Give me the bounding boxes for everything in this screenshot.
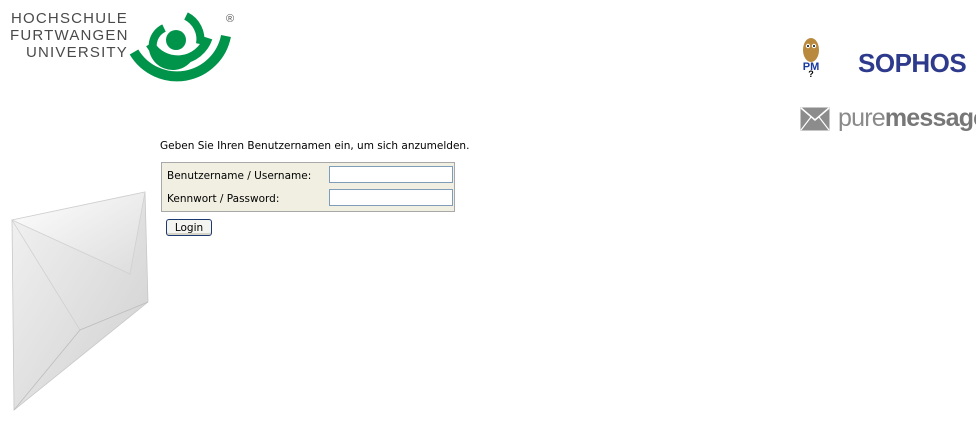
university-name-line-3: UNIVERSITY xyxy=(25,44,128,61)
svg-text:?: ? xyxy=(808,69,814,78)
login-instructions: Geben Sie Ihren Benutzernamen ein, um si… xyxy=(160,140,470,152)
envelope-illustration xyxy=(10,191,149,411)
password-input[interactable] xyxy=(329,189,453,206)
registered-mark: ® xyxy=(226,13,234,25)
login-form: Benutzername / Username: Kennwort / Pass… xyxy=(161,162,455,212)
university-name: HOCHSCHULE FURTWANGEN UNIVERSITY xyxy=(10,10,128,61)
puremessage-bold-text: message xyxy=(884,104,976,132)
login-button[interactable]: Login xyxy=(166,219,212,236)
university-name-line-2: FURTWANGEN xyxy=(10,27,129,44)
username-row: Benutzername / Username: xyxy=(162,165,454,187)
pm-owl-icon: PM ? xyxy=(803,38,819,78)
envelope-icon xyxy=(800,107,830,131)
university-name-line-1: HOCHSCHULE xyxy=(10,10,128,27)
university-emblem-icon: ® xyxy=(129,12,234,82)
username-input[interactable] xyxy=(329,166,453,183)
sophos-logo: SOPHOS xyxy=(858,48,967,78)
university-logo: HOCHSCHULE FURTWANGEN UNIVERSITY ® xyxy=(10,10,235,105)
username-label: Benutzername / Username: xyxy=(167,170,312,182)
password-label: Kennwort / Password: xyxy=(167,193,280,205)
puremessage-light-text: pure xyxy=(838,104,886,132)
password-row: Kennwort / Password: xyxy=(162,188,454,210)
